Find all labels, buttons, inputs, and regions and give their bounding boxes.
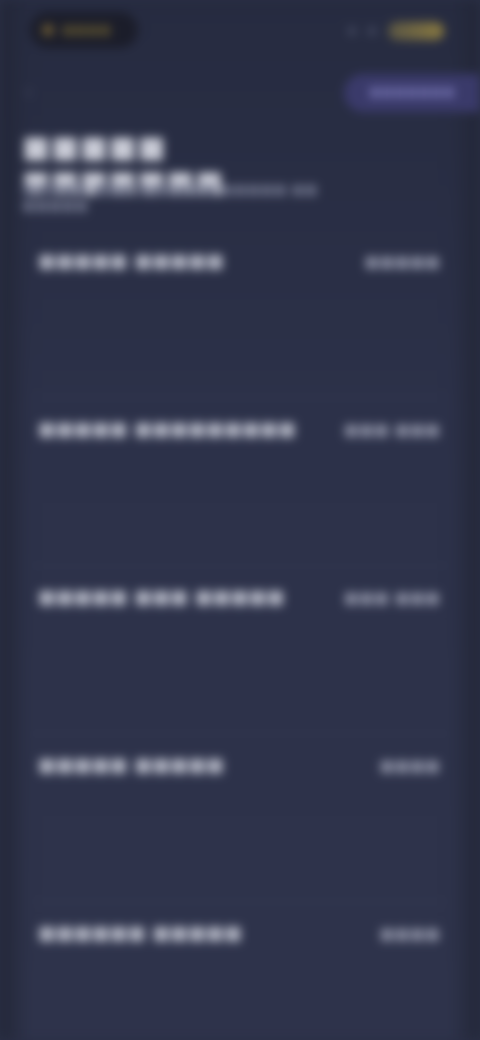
action-button[interactable]: ■■■■■■■ <box>344 74 480 112</box>
status-icons <box>348 22 444 40</box>
list-item[interactable]: ■■■■■ ■■■■■ ■■■■■ <box>0 230 480 398</box>
status-bar: ■■■■ <box>0 0 480 60</box>
list-item-value: ■■■■ <box>379 924 440 943</box>
battery-icon <box>388 22 444 40</box>
brand-label: ■■■■ <box>62 22 112 38</box>
list-item[interactable]: ■■■■■ ■■■ ■■■■■ ■■■ ■■■ <box>0 566 480 734</box>
page-subtitle: ■■■■■ ■■■ ■■■■■■ ■■■■■ ■■ ■■■■■ <box>22 182 318 214</box>
settings-list: ■■■■■ ■■■■■ ■■■■■ ■■■■■ ■■■■■■■■■ ■■■ ■■… <box>0 230 480 1040</box>
list-item-value: ■■■■ <box>379 756 440 775</box>
list-item-label: ■■■■■ ■■■■■■■■■ <box>38 418 296 440</box>
list-item[interactable]: ■■■■■ ■■■■■ ■■■■ <box>0 734 480 902</box>
list-item-value: ■■■■■ <box>364 252 440 271</box>
list-item[interactable]: ■■■■■ ■■■■■■■■■ ■■■ ■■■ <box>0 398 480 566</box>
list-item-label: ■■■■■ ■■■■■ <box>38 250 225 272</box>
list-item-value: ■■■ ■■■ <box>343 420 440 439</box>
list-item-label: ■■■■■ ■■■■■ <box>38 754 225 776</box>
signal-icon <box>348 27 356 35</box>
list-item-label: ■■■■■■ ■■■■■ <box>38 922 243 944</box>
list-item-label: ■■■■■ ■■■ ■■■■■ <box>38 586 285 608</box>
wifi-icon <box>368 27 376 35</box>
list-item-value: ■■■ ■■■ <box>343 588 440 607</box>
brand-logo-icon <box>42 24 54 36</box>
brand-pill[interactable]: ■■■■ <box>30 12 138 48</box>
app-screen: ■■■■ ‹ ■■■■■■■ ■■■■■ ■■■■■■■ ■■■■■ ■■■ ■… <box>0 0 480 1040</box>
back-arrow-icon[interactable]: ‹ <box>24 80 50 106</box>
list-item[interactable]: ■■■■■■ ■■■■■ ■■■■ <box>0 902 480 1040</box>
